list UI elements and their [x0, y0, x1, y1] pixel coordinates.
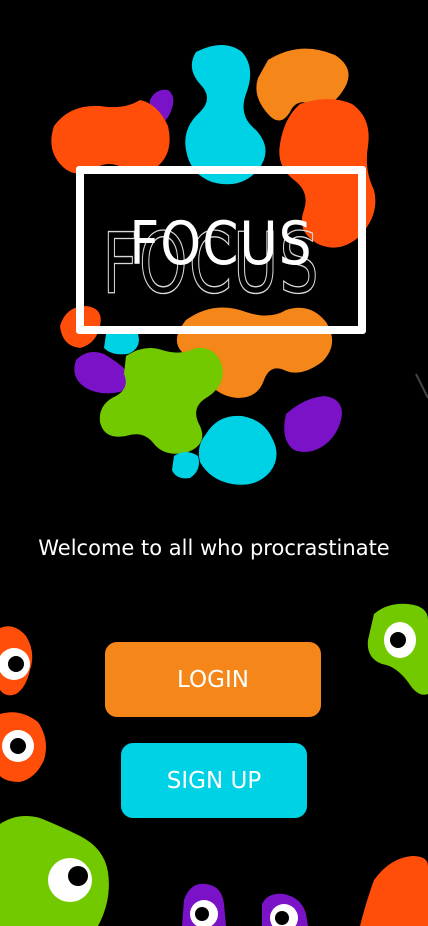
cyan-blob [172, 452, 199, 479]
purple-blob [284, 396, 342, 452]
eye-pupil [68, 866, 88, 886]
red-orange-blob [51, 100, 170, 174]
logo-frame: FOCUS FOCUS [76, 166, 366, 334]
login-button[interactable]: LOGIN [105, 642, 321, 717]
eye-pupil [390, 632, 406, 648]
eye-pupil [8, 656, 24, 672]
decorative-line [415, 373, 428, 399]
welcome-tagline: Welcome to all who procrastinate [38, 536, 390, 560]
cyan-blob [185, 45, 266, 185]
cyan-blob [198, 415, 277, 485]
eye-pupil [10, 738, 26, 754]
eye-pupil [195, 907, 209, 921]
eye-pupil [275, 911, 289, 925]
purple-blob [74, 352, 130, 394]
sign-up-button[interactable]: SIGN UP [121, 743, 307, 818]
red-orange-monster [360, 856, 428, 926]
logo-text: FOCUS [129, 210, 313, 279]
